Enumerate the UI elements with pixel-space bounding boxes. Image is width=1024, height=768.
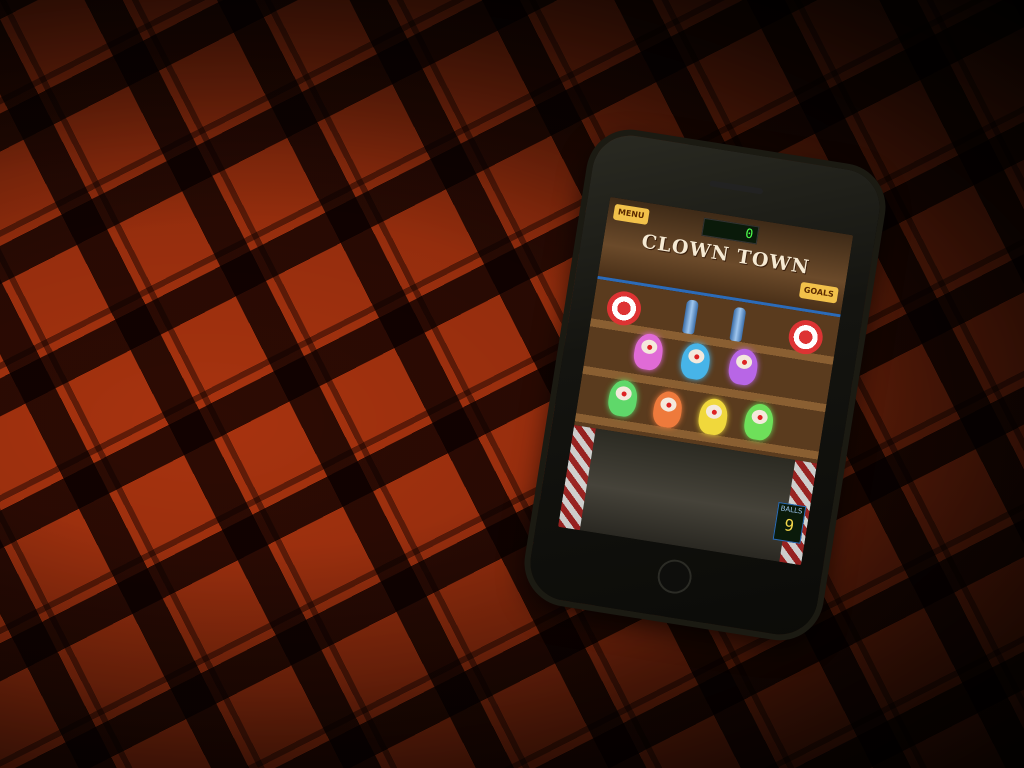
clown-target[interactable] <box>678 341 713 382</box>
bottle-icon <box>681 299 700 335</box>
target-left-icon <box>604 288 644 328</box>
home-button-icon[interactable] <box>655 557 695 597</box>
speaker-grille-icon <box>709 180 764 195</box>
goals-button[interactable]: GOALS <box>798 281 839 304</box>
menu-button[interactable]: MENU <box>612 203 650 225</box>
target-right-icon <box>786 317 826 357</box>
clown-target[interactable] <box>631 331 666 372</box>
clown-target[interactable] <box>726 346 760 387</box>
lane-stripe-left <box>558 425 596 531</box>
clown-target[interactable] <box>742 401 776 442</box>
balls-counter: BALLS 9 <box>772 501 807 544</box>
clown-target[interactable] <box>606 378 640 419</box>
game-screen[interactable]: MENU 0 CLOWN TOWN GOALS BALLS 9 <box>558 196 854 566</box>
clown-target[interactable] <box>651 389 685 430</box>
dark-vignette <box>0 0 1024 768</box>
clown-target[interactable] <box>696 396 730 437</box>
balls-count: 9 <box>782 515 796 536</box>
bottle-icon <box>729 306 747 343</box>
